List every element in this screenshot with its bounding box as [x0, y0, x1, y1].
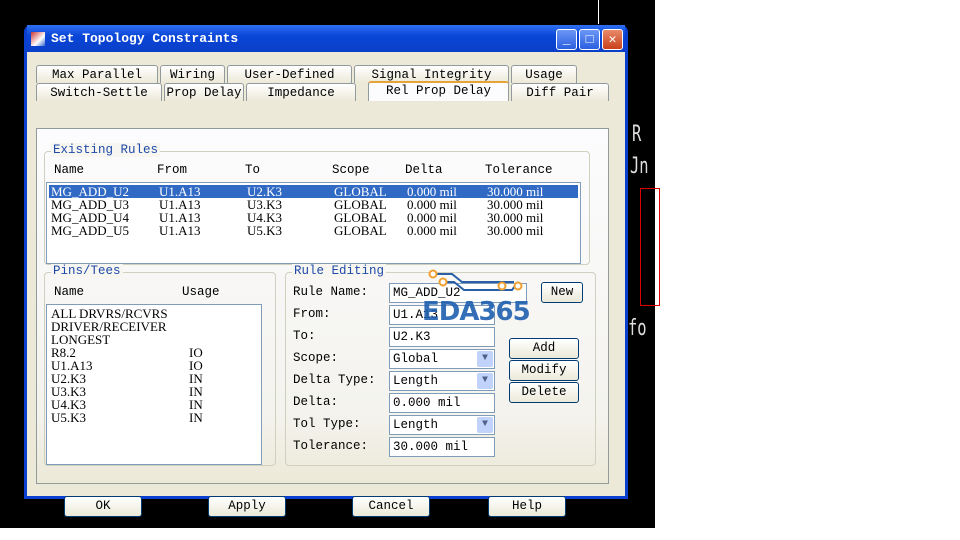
tol-type-value: Length — [393, 418, 439, 432]
group-legend: Pins/Tees — [51, 264, 123, 278]
title-bar[interactable]: Set Topology Constraints — [27, 25, 625, 52]
tab-impedance[interactable]: Impedance — [246, 83, 356, 101]
maximize-button[interactable]: □ — [579, 29, 600, 50]
rule-editing-group: Rule Editing Rule Name: MG_ADD_U2 From: … — [285, 264, 596, 466]
existing-rules-list[interactable]: MG_ADD_U2 U1.A13 U2.K3 GLOBAL 0.000 mil 30.00… — [46, 182, 581, 264]
minimize-button[interactable]: _ — [556, 29, 577, 50]
rule-cell: U1.A13 — [159, 223, 201, 238]
canvas-text: fo — [628, 316, 647, 341]
rule-cell: 0.000 mil — [407, 223, 457, 238]
to-label: To: — [293, 329, 316, 343]
window-title: Set Topology Constraints — [51, 31, 239, 46]
ok-button[interactable]: OK — [64, 496, 142, 517]
chevron-down-icon[interactable]: ▼ — [477, 417, 493, 433]
scope-label: Scope: — [293, 351, 339, 365]
rule-cell: 30.000 mil — [487, 223, 544, 238]
chevron-down-icon[interactable]: ▼ — [477, 373, 493, 389]
tab-switch-settle[interactable]: Switch-Settle — [36, 83, 162, 101]
tolerance-label: Tolerance: — [293, 439, 369, 453]
pin-row[interactable]: U5.K3 IN — [49, 411, 259, 424]
dialog-body: Max Parallel Wiring User-Defined Signal … — [27, 52, 625, 517]
pins-tees-group: Pins/Tees Name Usage ALL DRVRS/RCVRS DRIV… — [44, 264, 276, 466]
rel-prop-delay-panel: Existing Rules Name From To Scope Delta … — [36, 128, 609, 484]
tab-user-defined[interactable]: User-Defined — [227, 65, 352, 83]
delta-type-select[interactable]: Length ▼ — [389, 371, 495, 391]
cancel-button[interactable]: Cancel — [352, 496, 430, 517]
add-button[interactable]: Add — [509, 338, 579, 359]
modify-button[interactable]: Modify — [509, 360, 579, 381]
tolerance-input[interactable]: 30.000 mil — [389, 437, 495, 457]
group-legend: Existing Rules — [51, 143, 161, 157]
tab-diff-pair[interactable]: Diff Pair — [511, 83, 609, 101]
watermark-text: EDA365 — [422, 297, 531, 327]
column-header-to: To — [245, 163, 261, 177]
app-icon — [31, 31, 45, 46]
tol-type-label: Tol Type: — [293, 417, 361, 431]
column-header-name: Name — [54, 285, 85, 299]
rule-row[interactable]: MG_ADD_U5 U1.A13 U5.K3 GLOBAL 0.000 mil 30.00… — [49, 224, 578, 237]
watermark-circuit-icon — [428, 269, 523, 291]
scope-value: Global — [393, 352, 439, 366]
column-header-delta: Delta — [405, 163, 443, 177]
delta-type-label: Delta Type: — [293, 373, 376, 387]
canvas-red-outline — [640, 188, 660, 306]
column-header-tolerance: Tolerance — [485, 163, 553, 177]
to-input[interactable]: U2.K3 — [389, 327, 495, 347]
canvas-line — [598, 0, 599, 24]
tab-max-parallel[interactable]: Max Parallel — [36, 65, 158, 83]
column-header-from: From — [157, 163, 188, 177]
pin-cell: IN — [189, 410, 203, 425]
delta-input[interactable]: 0.000 mil — [389, 393, 495, 413]
column-header-scope: Scope — [332, 163, 370, 177]
new-button[interactable]: New — [541, 282, 583, 303]
close-button[interactable]: ✕ — [602, 29, 623, 50]
pins-tees-list[interactable]: ALL DRVRS/RCVRS DRIVER/RECEIVER LONGEST R8.… — [46, 304, 262, 465]
help-button[interactable]: Help — [488, 496, 566, 517]
tol-type-select[interactable]: Length ▼ — [389, 415, 495, 435]
delta-label: Delta: — [293, 395, 339, 409]
delta-type-value: Length — [393, 374, 439, 388]
rule-cell: U5.K3 — [247, 223, 283, 238]
existing-rules-group: Existing Rules Name From To Scope Delta … — [44, 143, 590, 265]
pin-row[interactable]: LONGEST — [49, 333, 259, 346]
tab-rel-prop-delay[interactable]: Rel Prop Delay — [368, 81, 509, 101]
pin-cell: U5.K3 — [51, 410, 87, 425]
canvas-text: R — [632, 122, 642, 147]
set-topology-constraints-dialog: Set Topology Constraints _ □ ✕ Max Paral… — [24, 25, 628, 517]
canvas-text: Jn — [630, 154, 649, 179]
tab-prop-delay[interactable]: Prop Delay — [164, 83, 244, 101]
column-header-name: Name — [54, 163, 85, 177]
tab-wiring[interactable]: Wiring — [160, 65, 225, 83]
rule-cell: MG_ADD_U5 — [51, 223, 129, 238]
scope-select[interactable]: Global ▼ — [389, 349, 495, 369]
rule-name-label: Rule Name: — [293, 285, 369, 299]
group-legend: Rule Editing — [292, 264, 387, 278]
tab-usage[interactable]: Usage — [511, 65, 577, 83]
delete-button[interactable]: Delete — [509, 382, 579, 403]
apply-button[interactable]: Apply — [208, 496, 286, 517]
chevron-down-icon[interactable]: ▼ — [477, 351, 493, 367]
from-label: From: — [293, 307, 331, 321]
rule-cell: GLOBAL — [334, 223, 387, 238]
column-header-usage: Usage — [182, 285, 220, 299]
